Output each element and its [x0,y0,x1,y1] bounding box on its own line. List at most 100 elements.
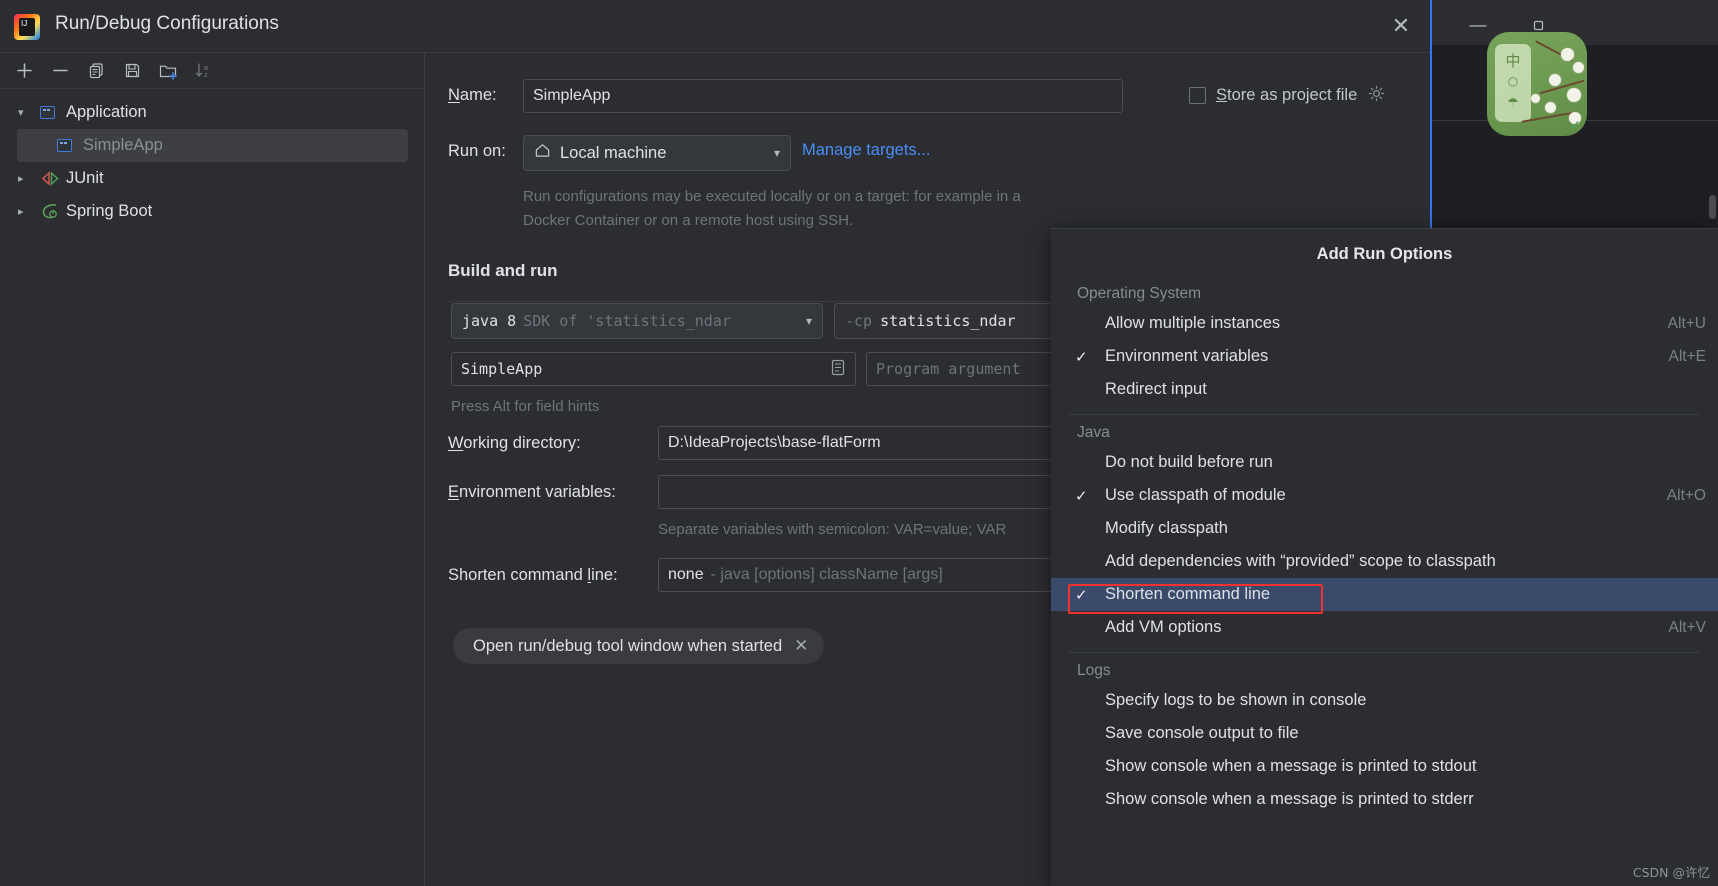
add-icon[interactable] [6,55,42,87]
environment-variables-hint: Separate variables with semicolon: VAR=v… [658,521,1007,538]
badge-char-3: ☂ [1507,96,1519,111]
tree-item-label: JUnit [66,169,104,187]
dialog-title: Run/Debug Configurations [55,13,279,34]
menu-item-label: Environment variables [1105,347,1269,365]
menu-item-save-console-output[interactable]: Save console output to file [1051,717,1718,750]
chevron-right-icon[interactable]: ▸ [18,172,40,185]
menu-divider [1069,652,1700,653]
configurations-tree: ▾ Application SimpleApp ▸ JUnit ▸ Spring… [0,89,424,228]
menu-item-show-console-stdout[interactable]: Show console when a message is printed t… [1051,750,1718,783]
application-icon [57,139,83,152]
copy-icon[interactable] [78,55,114,87]
menu-item-label: Redirect input [1105,380,1207,398]
svg-text:z: z [204,72,208,79]
menu-item-label: Specify logs to be shown in console [1105,691,1367,709]
application-icon [40,106,66,119]
name-input[interactable]: SimpleApp [523,79,1123,113]
store-as-project-file-row[interactable]: Store as project file [1189,84,1386,107]
tree-item-label: Spring Boot [66,202,153,220]
intellij-logo-icon: IJ [14,14,40,40]
menu-item-label: Show console when a message is printed t… [1105,757,1477,775]
save-icon[interactable] [114,55,150,87]
menu-item-environment-variables[interactable]: ✓ Environment variables Alt+E [1051,340,1718,373]
menu-item-label: Use classpath of module [1105,486,1286,504]
blossom-1 [1561,48,1574,61]
dialog-titlebar: IJ Run/Debug Configurations ✕ [0,0,1430,53]
chevron-down-icon[interactable]: ▾ [774,146,780,160]
close-icon[interactable]: ✕ [794,636,808,656]
jdk-combobox[interactable]: java 8 SDK of 'statistics_ndar ▾ [451,303,823,339]
name-label: Name: [448,86,497,104]
check-icon: ✓ [1075,586,1088,604]
configurations-sidebar: a z ▾ Application SimpleApp ▸ JUnit ▸ Sp… [0,53,425,886]
main-class-value: SimpleApp [461,360,543,378]
manage-targets-link[interactable]: Manage targets... [802,141,930,160]
menu-item-do-not-build-before-run[interactable]: Do not build before run [1051,446,1718,479]
tree-item-spring-boot[interactable]: ▸ Spring Boot [0,195,424,228]
sort-alphabetically-icon[interactable]: a z [186,55,222,87]
menu-item-label: Add dependencies with “provided” scope t… [1105,552,1496,570]
menu-item-label: Save console output to file [1105,724,1299,742]
chevron-down-icon[interactable]: ▾ [18,106,40,119]
menu-item-allow-multiple-instances[interactable]: Allow multiple instances Alt+U [1051,307,1718,340]
menu-item-add-vm-options[interactable]: Add VM options Alt+V [1051,611,1718,644]
blossom-3 [1549,74,1561,86]
check-icon: ✓ [1075,348,1088,366]
menu-item-show-console-stderr[interactable]: Show console when a message is printed t… [1051,783,1718,816]
blossom-5 [1545,102,1556,113]
gear-icon[interactable] [1367,84,1386,107]
watermark-text: CSDN @许忆 [1632,865,1710,880]
blossom-4 [1567,88,1581,102]
browse-class-icon[interactable] [830,359,846,380]
editor-scrollbar[interactable] [1709,195,1716,219]
jdk-value: java 8 [462,312,517,330]
menu-item-label: Modify classpath [1105,519,1228,537]
shorten-command-line-detail: - java [options] className [args] [710,566,943,583]
badge-char-1: 中 [1505,52,1521,70]
add-run-options-popup: Add Run Options Operating System Allow m… [1051,228,1718,886]
working-directory-label: Working directory: [448,434,581,452]
minimize-icon[interactable]: — [1456,10,1500,40]
menu-divider [1069,414,1700,415]
tree-item-simpleapp[interactable]: SimpleApp [17,129,408,162]
chevron-down-icon[interactable]: ▾ [806,314,812,328]
chevron-right-icon[interactable]: ▸ [18,205,40,218]
menu-item-use-classpath-of-module[interactable]: ✓ Use classpath of module Alt+O [1051,479,1718,512]
menu-item-redirect-input[interactable]: Redirect input [1051,373,1718,406]
store-as-project-file-label: Store as project file [1216,86,1358,104]
tree-item-junit[interactable]: ▸ JUnit [0,162,424,195]
blossom-7 [1531,94,1540,103]
menu-item-label: Allow multiple instances [1105,314,1281,332]
build-and-run-section-title: Build and run [448,261,558,280]
menu-item-shortcut: Alt+V [1668,618,1706,636]
menu-item-label: Do not build before run [1105,453,1273,471]
jdk-secondary-text: SDK of 'statistics_ndar [523,312,731,330]
badge-check-icon: ✓ [1569,117,1581,133]
menu-item-shorten-command-line[interactable]: ✓ Shorten command line [1051,578,1718,611]
logo-text: IJ [21,19,28,28]
run-on-value: Local machine [560,143,667,162]
new-folder-icon[interactable] [150,55,186,87]
run-on-combobox[interactable]: Local machine ▾ [523,135,791,171]
open-run-debug-tool-window-chip[interactable]: Open run/debug tool window when started … [453,628,825,664]
remove-icon[interactable] [42,55,78,87]
junit-icon [40,171,66,186]
check-icon: ✓ [1075,487,1088,505]
classpath-module: statistics_ndar [880,312,1016,330]
tree-item-label: SimpleApp [83,136,163,154]
screen-root: — 中 ○ ☂ ✓ IJ Run/Debug Configurations ✕ [0,0,1718,886]
main-class-input[interactable]: SimpleApp [451,352,856,386]
menu-item-specify-logs[interactable]: Specify logs to be shown in console [1051,684,1718,717]
menu-item-add-provided-dependencies[interactable]: Add dependencies with “provided” scope t… [1051,545,1718,578]
run-on-description: Run configurations may be executed local… [523,188,1021,229]
app-badge-image: 中 ○ ☂ ✓ [1487,32,1587,136]
tree-item-application[interactable]: ▾ Application [0,96,424,129]
close-icon[interactable]: ✕ [1384,10,1418,42]
environment-variables-label: Environment variables: [448,483,616,501]
run-on-label: Run on: [448,142,506,160]
home-icon [534,142,551,164]
store-as-project-file-checkbox[interactable] [1189,87,1206,104]
popup-group-label-operating-system: Operating System [1077,285,1202,302]
blossom-2 [1573,62,1584,73]
menu-item-modify-classpath[interactable]: Modify classpath [1051,512,1718,545]
